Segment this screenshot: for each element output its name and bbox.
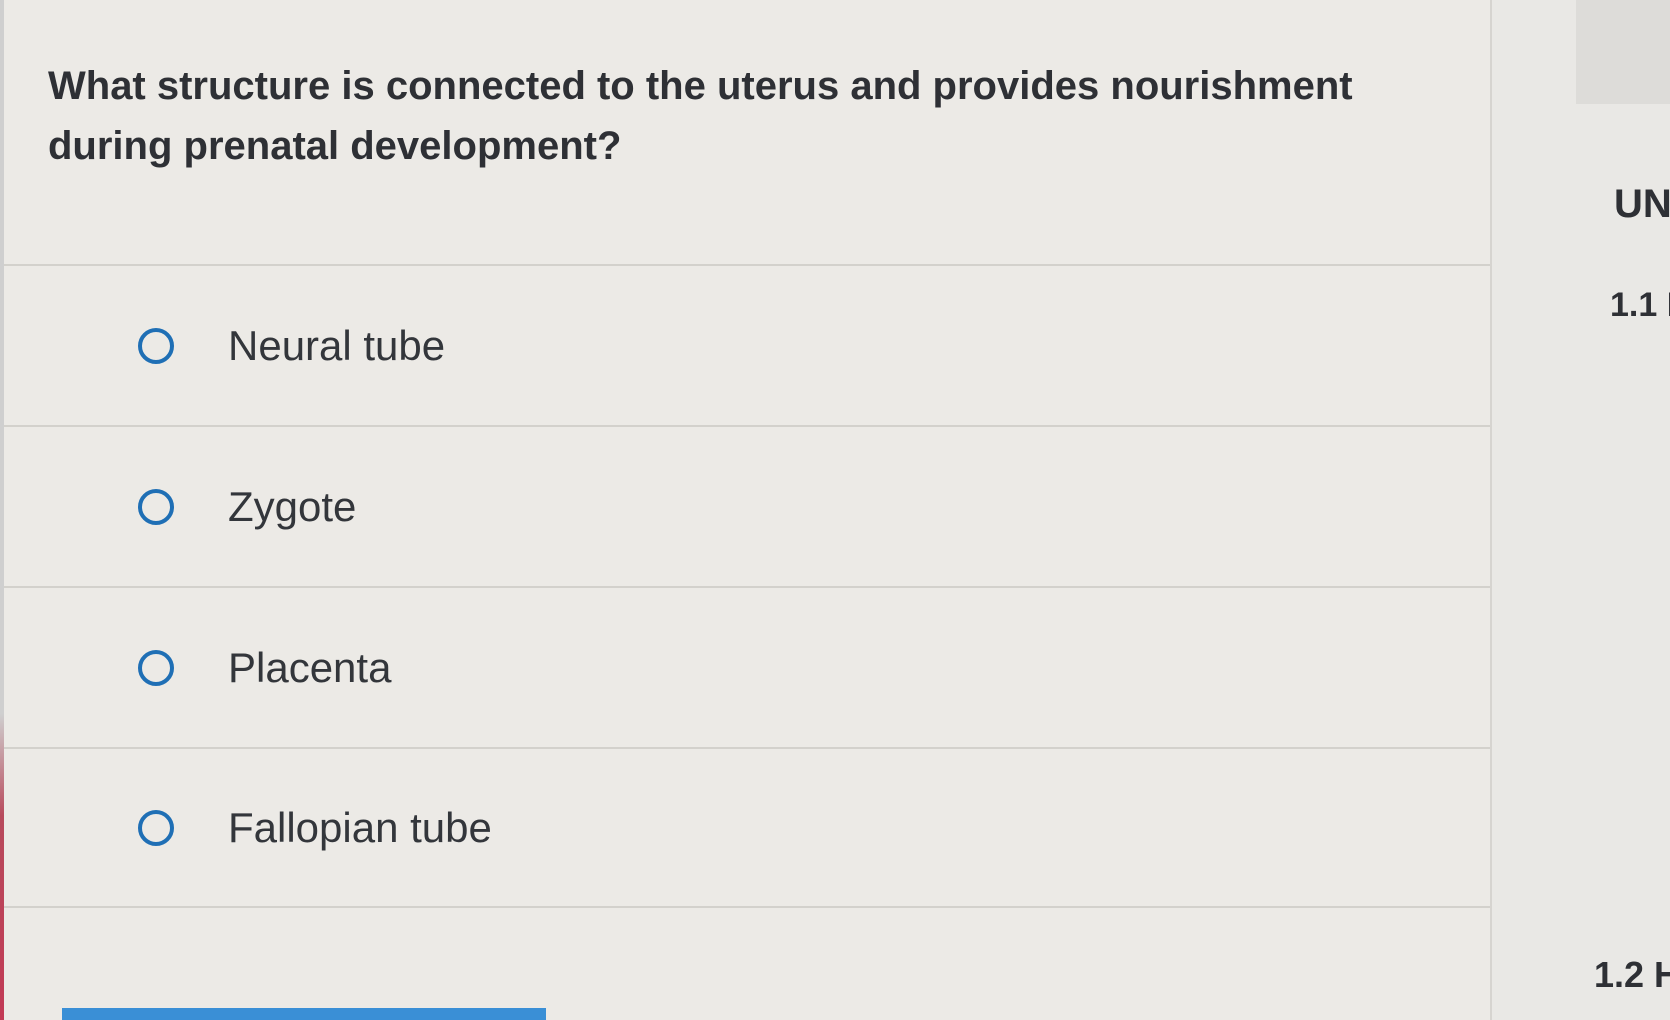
course-sidebar: UN 1.1 I 1.2 H bbox=[1492, 0, 1670, 1020]
submit-button[interactable] bbox=[62, 1008, 546, 1020]
option-label: Zygote bbox=[228, 482, 357, 530]
radio-button[interactable] bbox=[138, 488, 174, 525]
option-placenta[interactable]: Placenta bbox=[4, 586, 1490, 747]
radio-button[interactable] bbox=[138, 327, 174, 364]
question-panel: What structure is connected to the uteru… bbox=[4, 0, 1492, 1020]
option-label: Placenta bbox=[228, 643, 392, 691]
option-label: Fallopian tube bbox=[228, 803, 492, 851]
question-text: What structure is connected to the uteru… bbox=[48, 64, 1353, 168]
sidebar-header-box bbox=[1576, 0, 1670, 104]
option-fallopian-tube[interactable]: Fallopian tube bbox=[4, 747, 1490, 908]
radio-button[interactable] bbox=[138, 809, 174, 846]
answer-options: Neural tube Zygote Placenta Fallopian tu… bbox=[4, 264, 1490, 908]
sidebar-item-lesson-1-2[interactable]: 1.2 H bbox=[1594, 954, 1670, 996]
sidebar-item-lesson-1-1[interactable]: 1.1 I bbox=[1610, 286, 1670, 325]
option-label: Neural tube bbox=[228, 321, 446, 369]
option-neural-tube[interactable]: Neural tube bbox=[4, 264, 1490, 425]
option-zygote[interactable]: Zygote bbox=[4, 425, 1490, 586]
unit-heading: UN bbox=[1614, 182, 1670, 226]
radio-button[interactable] bbox=[138, 649, 174, 686]
